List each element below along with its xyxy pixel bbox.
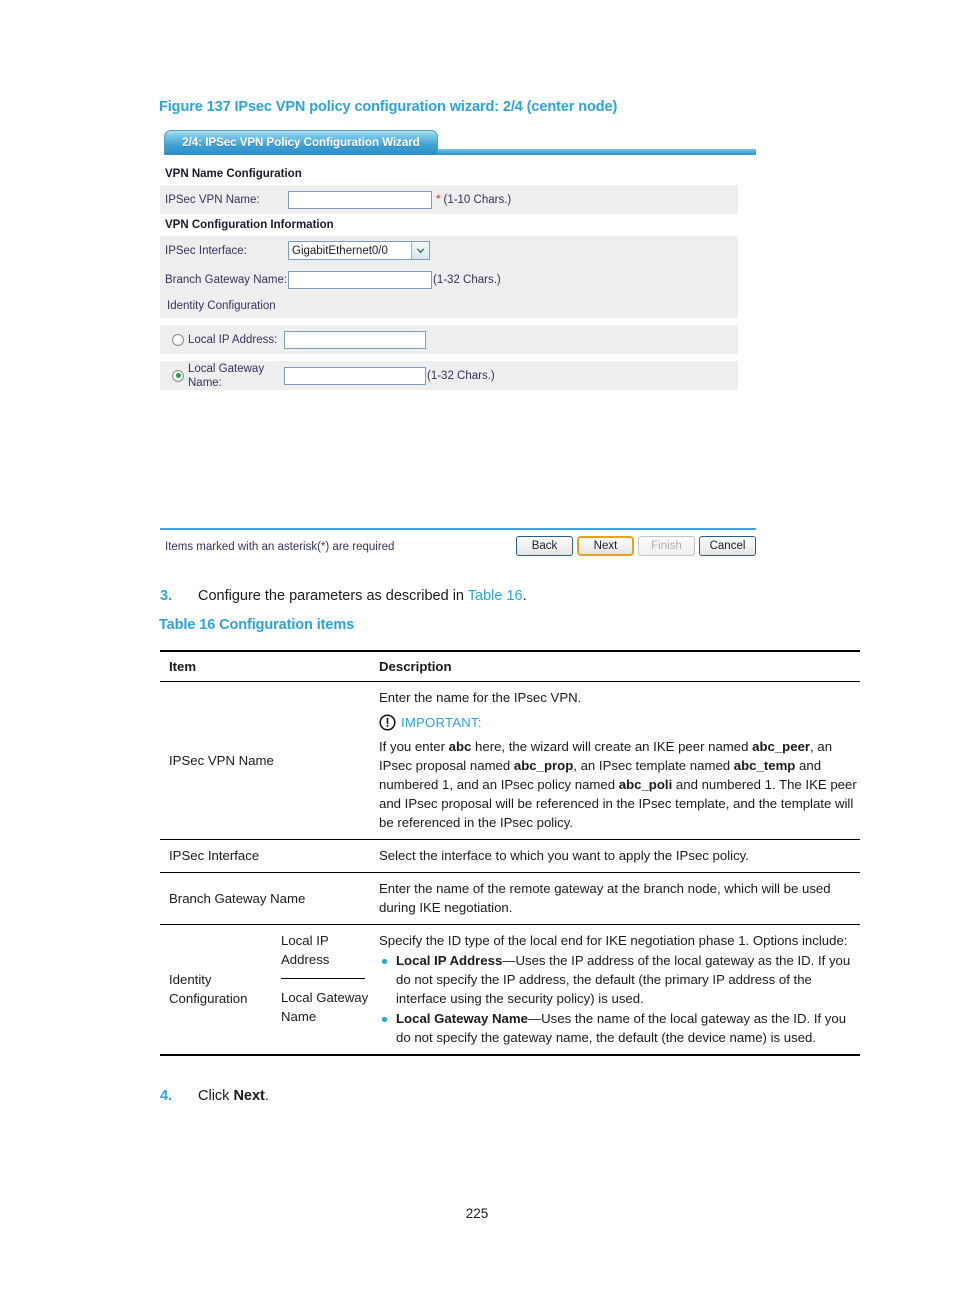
cell-item-ipsec-vpn-name: IPSec VPN Name xyxy=(169,752,274,768)
cell-item-branch-gateway-name: Branch Gateway Name xyxy=(169,890,306,906)
table-body: IPSec VPN Name Enter the name for the IP… xyxy=(160,682,860,1056)
important-body: If you enter abc here, the wizard will c… xyxy=(379,739,857,830)
label-local-gateway-name: Local Gateway Name: xyxy=(188,362,265,389)
bold-term: abc_poli xyxy=(618,777,673,792)
step-3-text-before: Configure the parameters as described in xyxy=(198,588,468,604)
page-number: 225 xyxy=(465,1206,489,1221)
hint-ipsec-vpn-name: (1-10 Chars.) xyxy=(443,193,512,206)
wizard-button-group: Back Next Finish Cancel xyxy=(516,536,756,556)
figure-caption: Figure 137 IPsec VPN policy configuratio… xyxy=(159,99,618,115)
ipsec-vpn-name-input[interactable] xyxy=(288,190,432,209)
branch-gateway-name-input[interactable] xyxy=(288,270,432,289)
step-4-text: Click Next. xyxy=(198,1086,269,1106)
important-label: IMPORTANT: xyxy=(401,715,482,730)
subitem-local-gateway-name: Local Gateway Name xyxy=(281,990,369,1025)
step-4-number: 4. xyxy=(160,1088,173,1104)
label-ipsec-vpn-name: IPSec VPN Name: xyxy=(165,193,260,206)
row-branch-gateway-name: Branch Gateway Name: (1-32 Chars.) xyxy=(160,265,738,294)
wizard-body: VPN Name Configuration IPSec VPN Name: *… xyxy=(160,155,739,390)
step-4-text-before: Click xyxy=(198,1088,234,1104)
back-button[interactable]: Back xyxy=(516,536,573,556)
bullet-item: Local IP Address—Uses the IP address of … xyxy=(379,951,860,1008)
table-row: IPSec VPN Name Enter the name for the IP… xyxy=(160,682,860,840)
step-3-number: 3. xyxy=(160,588,173,604)
row-ipsec-vpn-name: IPSec VPN Name: * (1-10 Chars.) xyxy=(160,185,738,214)
table-row: IPSec Interface Select the interface to … xyxy=(160,840,860,873)
radio-local-ip-address[interactable] xyxy=(172,333,184,346)
cell-item-identity-configuration: Identity Configuration xyxy=(169,972,248,1006)
important-icon xyxy=(379,714,396,731)
bold-term: abc xyxy=(448,739,472,754)
bold-term: abc_peer xyxy=(752,739,811,754)
table-16-link[interactable]: Table 16 xyxy=(468,588,523,604)
cell-desc-identity-configuration: Specify the ID type of the local end for… xyxy=(373,925,860,1056)
bold-term: abc_temp xyxy=(733,758,796,773)
section-vpn-name-configuration: VPN Name Configuration xyxy=(160,163,739,185)
label-local-ip-address: Local IP Address: xyxy=(188,333,278,346)
configuration-items-table: Item Description IPSec VPN Name Enter th… xyxy=(160,650,860,1056)
table-caption: Table 16 Configuration items xyxy=(159,617,355,633)
step-3: 3. Configure the parameters as described… xyxy=(160,586,527,606)
label-branch-gateway-name: Branch Gateway Name: xyxy=(165,273,288,286)
step-3-text: Configure the parameters as described in… xyxy=(198,586,527,606)
options-bullet-list: Local IP Address—Uses the IP address of … xyxy=(379,951,860,1047)
tab-label: 2/4: IPSec VPN Policy Configuration Wiza… xyxy=(182,137,420,149)
section-identity-configuration: Identity Configuration xyxy=(160,294,738,318)
chevron-down-icon[interactable] xyxy=(411,242,429,259)
table-row: Identity Configuration Local IP Address … xyxy=(160,925,860,1056)
finish-button: Finish xyxy=(638,536,695,556)
cell-desc-ipsec-interface: Select the interface to which you want t… xyxy=(379,848,749,863)
table-row: Branch Gateway Name Enter the name of th… xyxy=(160,873,860,925)
radio-local-gateway-name[interactable] xyxy=(172,369,184,382)
required-asterisk: * xyxy=(436,193,441,206)
row-ipsec-interface: IPSec Interface: GigabitEthernet0/0 xyxy=(160,236,738,265)
hint-local-gateway-name: (1-32 Chars.) xyxy=(427,369,495,382)
step-4: 4. Click Next. xyxy=(160,1086,269,1106)
local-gateway-name-input[interactable] xyxy=(284,366,426,385)
label-ipsec-interface: IPSec Interface: xyxy=(165,244,247,257)
desc-intro: Enter the name for the IPsec VPN. xyxy=(379,690,582,705)
subitem-local-ip-address: Local IP Address xyxy=(281,933,330,967)
hint-branch-gateway-name: (1-32 Chars.) xyxy=(433,273,501,286)
step-3-text-after: . xyxy=(522,588,527,604)
header-description: Description xyxy=(379,659,452,674)
cell-item-ipsec-interface: IPSec Interface xyxy=(169,848,260,863)
cell-subitems-identity-configuration: Local IP Address Local Gateway Name xyxy=(281,925,373,1056)
bold-term: Local Gateway Name xyxy=(396,1011,528,1026)
step-4-text-after: . xyxy=(264,1088,269,1104)
wizard-screenshot: 2/4: IPSec VPN Policy Configuration Wiza… xyxy=(160,129,756,566)
bold-term: Local IP Address xyxy=(396,953,503,968)
required-items-note: Items marked with an asterisk(*) are req… xyxy=(165,541,395,553)
desc-intro: Specify the ID type of the local end for… xyxy=(379,933,848,948)
ipsec-interface-selected-value: GigabitEthernet0/0 xyxy=(292,244,388,257)
wizard-tab-bar: 2/4: IPSec VPN Policy Configuration Wiza… xyxy=(160,129,756,155)
footer-divider xyxy=(160,528,756,530)
cell-desc-ipsec-vpn-name: Enter the name for the IPsec VPN. IMPORT… xyxy=(373,682,860,840)
cancel-button[interactable]: Cancel xyxy=(699,536,756,556)
table-header-row: Item Description xyxy=(160,651,860,682)
row-local-ip-address: Local IP Address: xyxy=(160,325,738,354)
table-header: Item Description xyxy=(160,651,860,682)
next-button[interactable]: Next xyxy=(577,536,634,556)
step-4-bold: Next xyxy=(233,1088,265,1104)
important-note-header: IMPORTANT: xyxy=(379,713,860,732)
bold-term: abc_prop xyxy=(513,758,574,773)
local-ip-address-input[interactable] xyxy=(284,330,426,349)
subitem-divider xyxy=(281,978,365,980)
wizard-footer: Items marked with an asterisk(*) are req… xyxy=(160,535,756,559)
subitem-stack: Local IP Address Local Gateway Name xyxy=(281,931,373,1026)
bullet-item: Local Gateway Name—Uses the name of the … xyxy=(379,1009,860,1047)
ipsec-interface-select[interactable]: GigabitEthernet0/0 xyxy=(288,241,430,260)
header-item: Item xyxy=(169,659,197,674)
section-vpn-configuration-information: VPN Configuration Information xyxy=(160,214,739,236)
cell-desc-branch-gateway-name: Enter the name of the remote gateway at … xyxy=(379,881,831,915)
row-local-gateway-name: Local Gateway Name: (1-32 Chars.) xyxy=(160,361,738,390)
tab-ipsec-vpn-policy-wizard[interactable]: 2/4: IPSec VPN Policy Configuration Wiza… xyxy=(164,130,438,155)
